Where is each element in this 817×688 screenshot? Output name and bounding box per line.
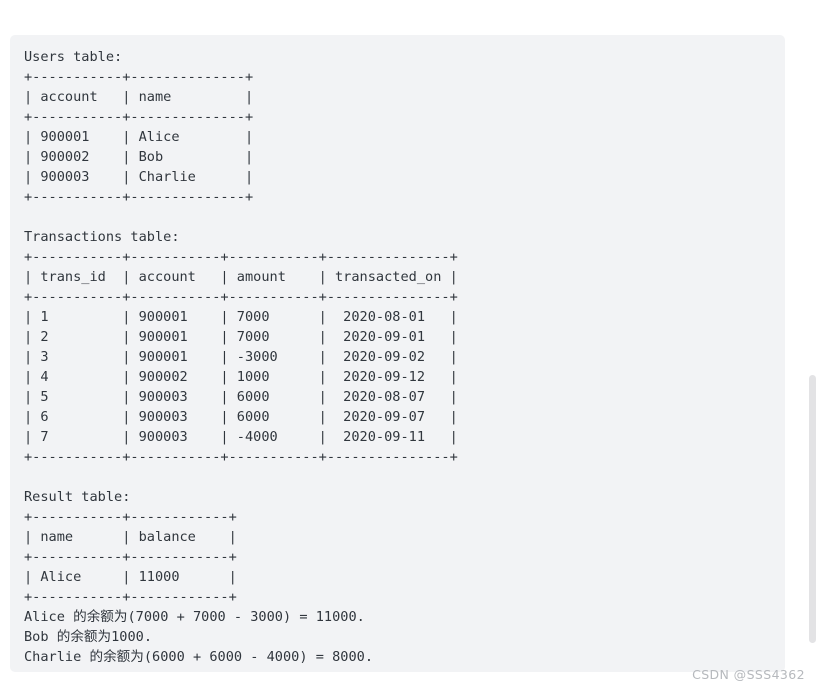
code-line: | Alice | 11000 | xyxy=(24,569,237,585)
code-line: Transactions table: xyxy=(24,229,180,245)
code-line: Result table: xyxy=(24,489,131,505)
csdn-watermark: CSDN @SSS4362 xyxy=(692,667,805,682)
code-line: | 900002 | Bob | xyxy=(24,149,254,165)
code-line: | 900003 | Charlie | xyxy=(24,169,254,185)
code-line: | 2 | 900001 | 7000 | 2020-09-01 | xyxy=(24,329,458,345)
code-line: +-----------+-----------+-----------+---… xyxy=(24,249,458,265)
code-line: | trans_id | account | amount | transact… xyxy=(24,269,458,285)
page-scrollbar-thumb[interactable] xyxy=(809,375,816,643)
code-line: +-----------+-----------+-----------+---… xyxy=(24,449,458,465)
code-line: | 1 | 900001 | 7000 | 2020-08-01 | xyxy=(24,309,458,325)
code-line: +-----------+------------+ xyxy=(24,549,237,565)
code-line: Alice 的余额为(7000 + 7000 - 3000) = 11000. xyxy=(24,609,365,625)
code-line: | 7 | 900003 | -4000 | 2020-09-11 | xyxy=(24,429,458,445)
code-line: +-----------+------------+ xyxy=(24,589,237,605)
code-line: Bob 的余额为1000. xyxy=(24,629,153,645)
code-line: | name | balance | xyxy=(24,529,237,545)
code-line: +-----------+--------------+ xyxy=(24,189,254,205)
code-line: Users table: xyxy=(24,49,123,65)
code-line: +-----------+-----------+-----------+---… xyxy=(24,289,458,305)
code-line: | account | name | xyxy=(24,89,254,105)
code-line: | 4 | 900002 | 1000 | 2020-09-12 | xyxy=(24,369,458,385)
code-line: | 6 | 900003 | 6000 | 2020-09-07 | xyxy=(24,409,458,425)
code-line: +-----------+--------------+ xyxy=(24,69,254,85)
code-line: | 900001 | Alice | xyxy=(24,129,254,145)
code-line: | 5 | 900003 | 6000 | 2020-08-07 | xyxy=(24,389,458,405)
code-block-content: Users table: +-----------+--------------+… xyxy=(10,47,785,667)
code-line: | 3 | 900001 | -3000 | 2020-09-02 | xyxy=(24,349,458,365)
code-line: +-----------+--------------+ xyxy=(24,109,254,125)
code-line: Charlie 的余额为(6000 + 6000 - 4000) = 8000. xyxy=(24,649,374,665)
page-scrollbar[interactable] xyxy=(808,0,817,688)
code-line: +-----------+------------+ xyxy=(24,509,237,525)
code-block[interactable]: Users table: +-----------+--------------+… xyxy=(10,35,785,672)
